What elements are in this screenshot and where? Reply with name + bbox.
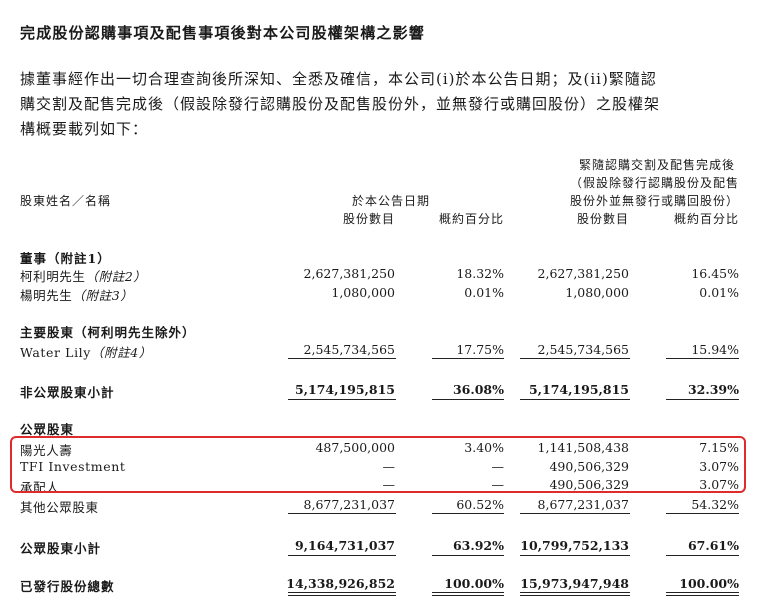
row-others-shares-2: 8,677,231,037 [537,497,629,512]
double-underline-total-2 [432,592,504,596]
row-nonpublic-shares-1: 5,174,195,815 [294,382,395,397]
row-nonpublic-percent-2: 32.39% [687,382,739,397]
row-public-subtotal-label: 公眾股東小計 [20,541,102,556]
row-yang-percent-2: 0.01% [699,285,739,300]
underline-public-subtotal-2 [432,555,504,556]
header-after-completion-line-3: 股份外並無發行或購回股份） [569,194,739,208]
row-water-shares-2: 2,545,734,565 [537,342,629,357]
underline-nonpublic-4 [666,399,739,400]
double-underline-total-3 [520,592,630,596]
underline-public-subtotal-1 [288,555,396,556]
row-others-percent-2: 54.32% [691,497,739,512]
underline-others-1 [288,513,396,514]
row-public-subtotal-shares-1: 9,164,731,037 [294,538,395,553]
row-total-shares-1: 14,338,926,852 [286,576,395,591]
row-ke-shares-1: 2,627,381,250 [303,266,395,281]
row-water-shares-1: 2,545,734,565 [303,342,395,357]
underline-water-4 [666,358,739,359]
header-announcement-date: 於本公告日期 [352,194,431,208]
intro-line-1: 據董事經作出一切合理查詢後所深知、全悉及確信，本公司(i)於本公告日期；及(ii… [20,70,657,88]
row-water-label: Water Lily（附註4） [20,345,152,360]
underline-water-3 [520,358,630,359]
section-title: 完成股份認購事項及配售事項後對本公司股權架構之影響 [20,24,426,42]
row-ke-percent-2: 16.45% [691,266,739,281]
header-shareholder: 股東姓名／名稱 [20,194,112,208]
underline-water-2 [432,358,504,359]
row-nonpublic-shares-2: 5,174,195,815 [528,382,629,397]
double-underline-total-4 [666,592,739,596]
section-substantial: 主要股東（柯利明先生除外） [20,325,196,340]
underline-others-3 [520,513,630,514]
underline-water-1 [288,358,396,359]
underline-public-subtotal-4 [666,555,739,556]
row-total-percent-1: 100.00% [444,576,504,591]
row-yang-shares-1: 1,080,000 [331,285,395,300]
header-after-completion-line-1: 緊隨認購交割及配售完成後 [578,158,735,172]
underline-others-4 [666,513,739,514]
row-yang-shares-2: 1,080,000 [565,285,629,300]
underline-public-subtotal-3 [520,555,630,556]
row-water-percent-1: 17.75% [456,342,504,357]
row-public-subtotal-percent-2: 67.61% [687,538,739,553]
row-total-shares-2: 15,973,947,948 [520,576,629,591]
intro-line-3: 構概要載列如下： [20,120,149,138]
header-after-completion-line-2: （假設除發行認購股份及配售 [569,176,739,190]
row-others-percent-1: 60.52% [456,497,504,512]
highlight-box [10,436,746,493]
row-yang-percent-1: 0.01% [464,285,504,300]
underline-nonpublic-1 [288,399,396,400]
row-yang-label: 楊明先生（附註3） [20,288,134,303]
row-public-subtotal-shares-2: 10,799,752,133 [520,538,629,553]
row-total-percent-2: 100.00% [679,576,739,591]
header-shares-1: 股份數目 [342,212,395,226]
row-others-shares-1: 8,677,231,037 [303,497,395,512]
header-shares-2: 股份數目 [576,212,629,226]
row-ke-shares-2: 2,627,381,250 [537,266,629,281]
section-directors: 董事（附註1） [20,251,111,266]
row-total-label: 已發行股份總數 [20,579,115,594]
double-underline-total-1 [288,592,396,596]
header-percent-2: 概約百分比 [673,212,739,226]
row-nonpublic-label: 非公眾股東小計 [20,385,115,400]
underline-nonpublic-2 [432,399,504,400]
intro-line-2: 購交割及配售完成後（假設除發行認購股份及配售股份外，並無發行或購回股份）之股權架 [20,95,661,113]
row-ke-percent-1: 18.32% [456,266,504,281]
underline-nonpublic-3 [520,399,630,400]
header-percent-1: 概約百分比 [438,212,504,226]
row-ke-label: 柯利明先生（附註2） [20,269,147,284]
row-public-subtotal-percent-1: 63.92% [452,538,504,553]
row-nonpublic-percent-1: 36.08% [452,382,504,397]
underline-others-2 [432,513,504,514]
row-water-percent-2: 15.94% [691,342,739,357]
row-others-label: 其他公眾股東 [20,500,99,515]
